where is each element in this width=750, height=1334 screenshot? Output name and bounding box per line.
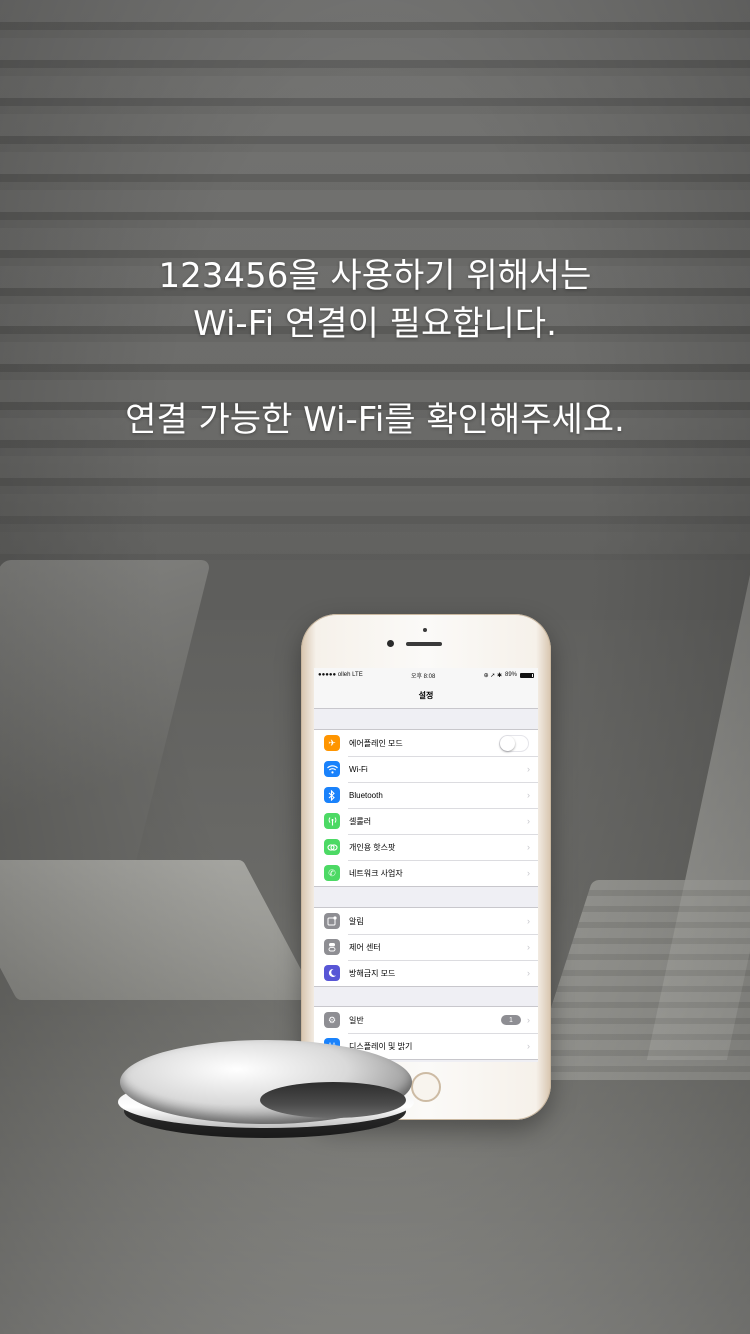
settings-row-notifications[interactable]: 알림 ›: [314, 908, 538, 934]
row-label: 일반: [349, 1015, 364, 1025]
row-label: 방해금지 모드: [349, 968, 396, 978]
notifications-icon: [324, 913, 340, 929]
hotspot-icon: [324, 839, 340, 855]
headline: 123456을 사용하기 위해서는 Wi-Fi 연결이 필요합니다. 연결 가능…: [0, 252, 750, 444]
row-label: Bluetooth: [349, 790, 383, 800]
earpiece-speaker: [406, 642, 442, 646]
nav-bar: 설정: [314, 682, 538, 709]
status-bar: ●●●●● olleh LTE 오후 8:08 ⊕ ➚ ✱ 89%: [314, 668, 538, 682]
chevron-right-icon: ›: [527, 916, 530, 926]
battery-icon: [520, 672, 534, 678]
settings-row-do-not-disturb[interactable]: 방해금지 모드 ›: [314, 960, 538, 986]
chevron-right-icon: ›: [527, 842, 530, 852]
airplane-icon: ✈: [324, 735, 340, 751]
wifi-icon: [324, 761, 340, 777]
settings-row-hotspot[interactable]: 개인용 핫스팟 ›: [314, 834, 538, 860]
settings-row-wifi[interactable]: Wi-Fi ›: [314, 756, 538, 782]
chevron-right-icon: ›: [527, 764, 530, 774]
headline-line-2: Wi-Fi 연결이 필요합니다.: [193, 304, 557, 344]
cellular-icon: [324, 813, 340, 829]
settings-group-notifications: 알림 › 제어 센터 › 방해금지 모드 ›: [314, 907, 538, 987]
bluetooth-icon: [324, 787, 340, 803]
settings-row-bluetooth[interactable]: Bluetooth ›: [314, 782, 538, 808]
status-icons: ⊕ ➚ ✱: [483, 672, 502, 679]
proximity-sensor: [423, 628, 427, 632]
front-camera: [387, 640, 394, 647]
row-label: Wi-Fi: [349, 764, 368, 774]
carrier-label: ●●●●● olleh LTE: [318, 672, 363, 678]
settings-row-general[interactable]: ⚙ 일반 1 ›: [314, 1007, 538, 1033]
chevron-right-icon: ›: [527, 942, 530, 952]
chevron-right-icon: ›: [527, 816, 530, 826]
chevron-right-icon: ›: [527, 968, 530, 978]
phone-screen: ●●●●● olleh LTE 오후 8:08 ⊕ ➚ ✱ 89% 설정 ✈ 에…: [314, 668, 538, 1062]
settings-group-connectivity: ✈ 에어플레인 모드 Wi-Fi › Bluetooth › 셀룰러 › 개인용…: [314, 729, 538, 887]
nav-title: 설정: [418, 690, 434, 700]
status-indicators: ⊕ ➚ ✱ 89%: [484, 672, 534, 679]
row-label: 네트워크 사업자: [349, 868, 403, 878]
device-sensor-window: [260, 1082, 406, 1118]
settings-row-cellular[interactable]: 셀룰러 ›: [314, 808, 538, 834]
chevron-right-icon: ›: [527, 868, 530, 878]
airplane-mode-toggle[interactable]: [499, 734, 529, 752]
headline-line-1: 123456을 사용하기 위해서는: [158, 256, 592, 296]
battery-percent: 89%: [504, 672, 517, 678]
settings-row-control-center[interactable]: 제어 센터 ›: [314, 934, 538, 960]
row-label: 알림: [349, 916, 364, 926]
update-badge: 1: [501, 1015, 521, 1025]
control-center-icon: [324, 939, 340, 955]
row-label: 개인용 핫스팟: [349, 842, 396, 852]
headline-line-3: 연결 가능한 Wi-Fi를 확인해주세요.: [125, 400, 625, 440]
gear-icon: ⚙: [324, 1012, 340, 1028]
clock: 오후 8:08: [410, 673, 436, 680]
phone-icon: ✆: [324, 865, 340, 881]
chevron-right-icon: ›: [527, 790, 530, 800]
moon-icon: [324, 965, 340, 981]
settings-row-carrier[interactable]: ✆ 네트워크 사업자 ›: [314, 860, 538, 886]
battery-level: [521, 673, 532, 677]
smart-hub-device: [116, 1040, 416, 1140]
row-label: 에어플레인 모드: [349, 738, 403, 748]
row-label: 셀룰러: [349, 816, 372, 826]
headline-spacer: [0, 348, 750, 396]
settings-row-airplane-mode[interactable]: ✈ 에어플레인 모드: [314, 730, 538, 756]
toggle-knob: [500, 735, 515, 751]
chevron-right-icon: ›: [527, 1041, 530, 1051]
chevron-right-icon: ›: [527, 1015, 530, 1025]
row-label: 제어 센터: [349, 942, 381, 952]
